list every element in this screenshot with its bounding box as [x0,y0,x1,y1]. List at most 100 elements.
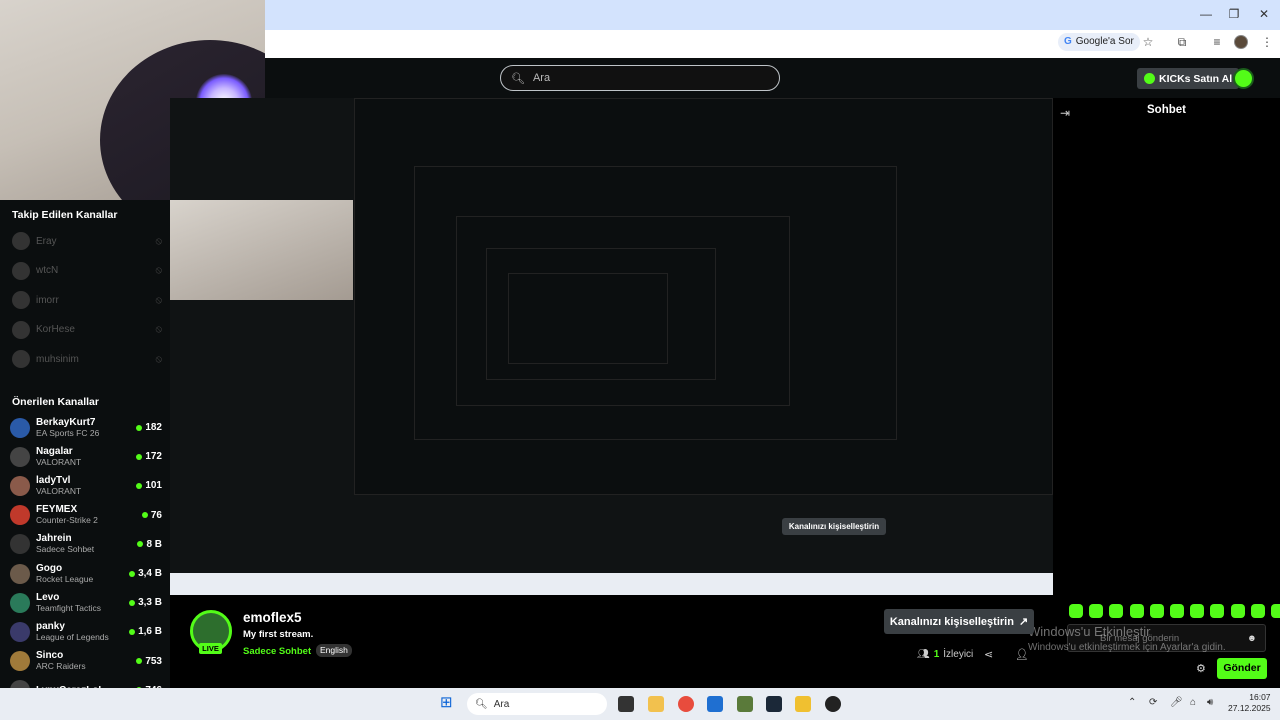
channel-name: Nagalar [36,445,73,457]
taskbar-clock[interactable]: 16:07 27.12.2025 [1228,692,1271,714]
chat-title: Sohbet [1147,104,1186,116]
live-dot [137,541,144,548]
sync-icon[interactable]: ⟳ [1149,697,1157,708]
viewer-count: 3,3 B [129,597,162,608]
live-dot [136,482,143,489]
live-dot [136,424,143,431]
channel-name: imorr [36,294,59,306]
close-icon[interactable]: ✕ [1254,6,1274,22]
language-tag[interactable]: English [316,644,352,657]
live-badge: LIVE [199,643,222,654]
microphone-icon[interactable]: 🎤︎ [1170,697,1183,708]
chevron-up-icon[interactable]: ⌃ [1128,697,1136,708]
viewers-icon: 👥︎ [917,649,930,660]
emote-icon[interactable] [1069,604,1083,618]
emoji-icon[interactable]: ☻ [1247,633,1257,644]
network-icon[interactable]: ⌂ [1190,697,1196,708]
viewer-count: 1,6 B [129,626,162,637]
app-icon[interactable] [795,696,811,712]
channel-category: VALORANT [36,456,82,467]
emote-icon[interactable] [1250,604,1265,618]
queue-icon[interactable]: ≡ [1209,34,1225,50]
emote-icon[interactable] [1210,604,1225,618]
recommended-channel-item[interactable]: FEYMEX Counter-Strike 2 76 [10,501,162,530]
taskbar-search[interactable]: 🔍︎ Ara [467,693,607,715]
follow-icon[interactable]: 👤︎ [1015,648,1029,661]
customize-channel-button[interactable]: Kanalınızı kişiselleştirin ↗ [884,609,1034,634]
streamer-name[interactable]: emoflex5 [243,610,302,625]
channel-avatar [12,320,30,339]
extensions-icon[interactable]: ⧉ [1174,34,1190,50]
emote-icon[interactable] [1089,604,1104,618]
channel-name: Sinco [36,650,64,662]
menu-icon[interactable]: ⋮ [1259,34,1275,50]
windows-start-icon[interactable]: ⊞ [440,695,456,711]
buy-kicks-button[interactable]: KICKs Satın Al [1137,68,1240,89]
followed-channel-item[interactable]: wtcN ⦸ [12,260,162,282]
followed-channel-item[interactable]: muhsinim ⦸ [12,348,162,370]
channel-avatar [10,417,30,438]
emote-icon[interactable] [1109,604,1124,618]
file-explorer-icon[interactable] [648,696,664,712]
live-dot [136,453,143,460]
channel-avatar [12,350,30,368]
minimize-icon[interactable]: — [1196,6,1216,22]
channel-avatar [10,505,30,526]
recommended-channel-item[interactable]: Levo Teamfight Tactics 3,3 B [10,588,162,617]
offline-icon: ⦸ [155,265,162,276]
channel-avatar [10,475,30,496]
profile-avatar[interactable] [1234,35,1248,49]
channel-avatar [10,651,30,672]
share-icon[interactable]: ⋖ [984,648,993,661]
volume-icon[interactable]: 🔊︎ [1207,697,1213,708]
recommended-channel-item[interactable]: Gogo Rocket League 3,4 B [10,559,162,588]
recommended-channel-item[interactable]: ladyTvl VALORANT 101 [10,471,162,500]
followed-channel-item[interactable]: imorr ⦸ [12,289,162,311]
offline-icon: ⦸ [155,324,162,335]
ask-google-button[interactable]: G Google'a Sor [1058,33,1140,51]
nested-taskbar [170,573,1053,595]
viewer-count: 3,4 B [129,568,162,579]
channel-category: EA Sports FC 26 [36,427,100,438]
store-icon[interactable] [707,696,723,712]
star-icon[interactable]: ☆ [1140,34,1156,50]
viewer-count: 76 [141,510,162,521]
live-dot [129,599,136,606]
followed-channel-item[interactable]: Eray ⦸ [12,230,162,252]
chat-panel [1053,98,1280,688]
emote-icon[interactable] [1230,604,1245,618]
nested-webcam [170,200,353,300]
emote-icon[interactable] [1190,604,1205,618]
chrome-icon[interactable] [678,696,694,712]
obs-icon[interactable] [825,696,841,712]
task-view-icon[interactable] [618,696,634,712]
emote-icon[interactable] [1271,604,1280,618]
chat-settings-icon[interactable]: ⚙ [1196,662,1206,675]
search-icon: 🔍︎ [475,698,488,710]
emote-icon[interactable] [1149,604,1164,618]
stream-category[interactable]: Sadece Sohbet [243,646,311,657]
emote-icon[interactable] [1170,604,1184,618]
app-icon[interactable] [737,696,753,712]
channel-name: wtcN [36,265,59,276]
recommended-channel-item[interactable]: panky League of Legends 1,6 B [10,617,162,646]
channel-name: Levo [36,591,60,603]
recommended-channel-item[interactable]: Jahrein Sadece Sohbet 8 B [10,530,162,559]
viewer-count: 8 B [137,539,162,550]
viewer-count: 182 [136,422,162,433]
channel-category: Teamfight Tactics [36,602,102,613]
emote-icon[interactable] [1129,604,1144,618]
stream-player[interactable]: Kanalınızı kişiselleştirin [170,98,1053,595]
channel-name: BerkayKurt7 [36,416,96,428]
send-button[interactable]: Gönder [1217,658,1267,679]
steam-icon[interactable] [766,696,782,712]
channel-name: KorHese [36,324,75,335]
restore-icon[interactable]: ❐ [1224,6,1244,22]
search-input[interactable]: 🔍︎ Ara [500,65,780,91]
followed-channel-item[interactable]: KorHese ⦸ [12,319,162,341]
channel-avatar [10,563,30,584]
recommended-channel-item[interactable]: BerkayKurt7 EA Sports FC 26 182 [10,413,162,442]
user-avatar[interactable] [1233,68,1254,89]
recommended-channel-item[interactable]: Sinco ARC Raiders 753 [10,647,162,676]
recommended-channel-item[interactable]: Nagalar VALORANT 172 [10,442,162,471]
